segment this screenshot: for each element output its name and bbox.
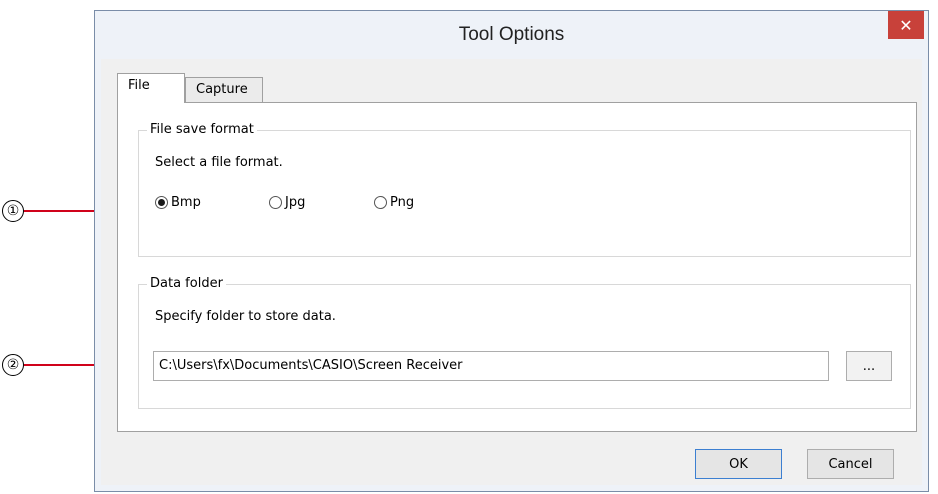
radio-bmp[interactable]: Bmp [155, 195, 201, 210]
data-folder-prompt: Specify folder to store data. [155, 309, 336, 324]
data-folder-path-input[interactable]: C:\Users\fx\Documents\CASIO\Screen Recei… [153, 351, 829, 381]
close-button[interactable]: ✕ [888, 11, 924, 39]
dialog-client: File Capture File save format Select a f… [101, 59, 922, 485]
ok-button[interactable]: OK [695, 449, 782, 479]
radio-bmp-label: Bmp [171, 195, 201, 210]
file-save-format-group: File save format Select a file format. B… [138, 122, 911, 257]
callout-2-number: ② [2, 354, 24, 376]
file-format-prompt: Select a file format. [155, 155, 283, 170]
data-folder-group: Data folder Specify folder to store data… [138, 276, 911, 409]
title-bar[interactable]: Tool Options ✕ [95, 11, 928, 59]
cancel-button[interactable]: Cancel [807, 449, 894, 479]
tab-panel-file: File save format Select a file format. B… [117, 102, 917, 432]
radio-png-label: Png [390, 195, 415, 210]
radio-png[interactable]: Png [374, 195, 414, 210]
close-icon: ✕ [899, 15, 913, 35]
window-title: Tool Options [458, 24, 565, 45]
tab-capture[interactable]: Capture [185, 77, 263, 103]
radio-jpg[interactable]: Jpg [269, 195, 305, 210]
tool-options-window: Tool Options ✕ File Capture File save fo… [94, 10, 929, 492]
tab-file[interactable]: File [117, 73, 185, 103]
radio-jpg-label: Jpg [285, 195, 306, 210]
radio-jpg-indicator[interactable] [269, 196, 282, 209]
radio-png-indicator[interactable] [374, 196, 387, 209]
data-folder-label: Data folder [147, 276, 226, 291]
file-save-format-label: File save format [147, 122, 257, 137]
browse-button[interactable]: ... [846, 351, 892, 381]
radio-bmp-indicator[interactable] [155, 196, 168, 209]
callout-1-number: ① [2, 200, 24, 222]
